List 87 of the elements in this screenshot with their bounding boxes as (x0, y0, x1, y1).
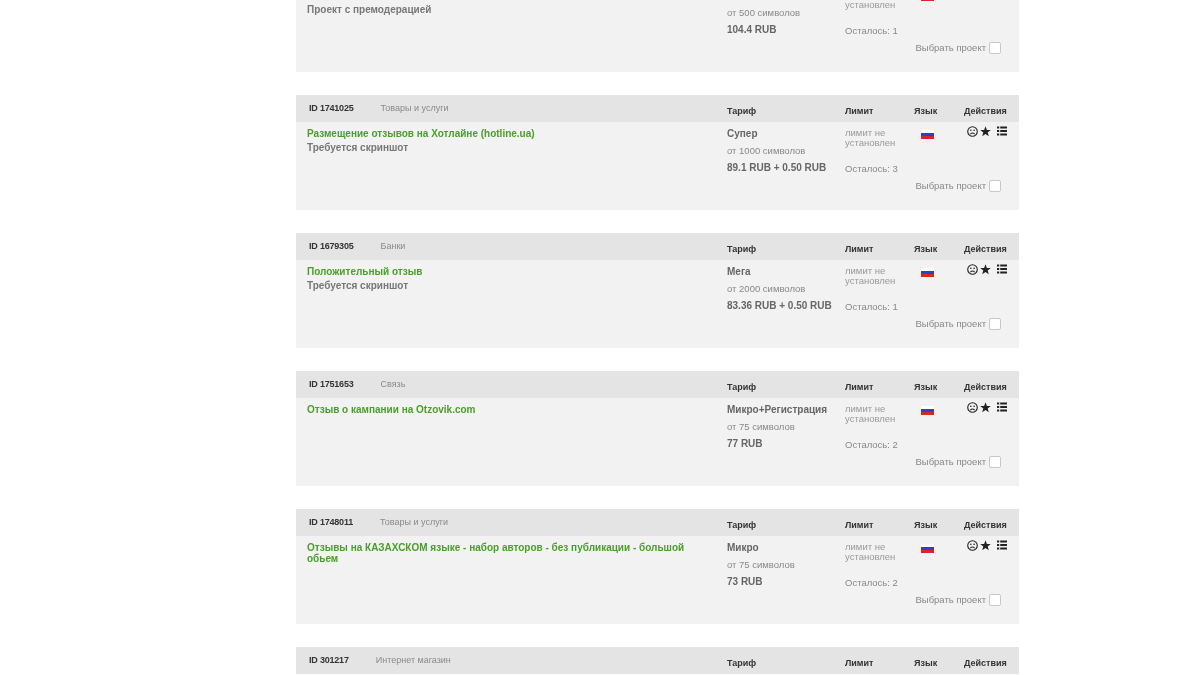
sad-face-icon[interactable] (967, 540, 978, 551)
tariff-price: 89.1 RUB + 0.50 RUB (727, 162, 827, 173)
column-header: Язык (914, 243, 938, 254)
list-icon[interactable] (997, 126, 1007, 136)
select-label: Выбрать проект (915, 318, 986, 330)
limit-text: лимит не установлен (845, 266, 897, 286)
project-id: ID 301217 (309, 655, 349, 666)
flag-icon (921, 406, 934, 415)
project-note: Требуется скриншот (307, 280, 409, 292)
select-checkbox[interactable] (989, 456, 1001, 468)
column-header: Действия (964, 381, 1007, 392)
star-icon[interactable] (980, 402, 991, 413)
select-label: Выбрать проект (915, 594, 986, 606)
project-title-link[interactable]: Размещение отзывов на Хотлайне (hotline.ua) (307, 128, 692, 139)
select-label: Выбрать проект (915, 42, 986, 54)
project-category: Товары и услуги (380, 103, 449, 114)
remaining-count: Осталось: 3 (845, 163, 898, 175)
column-header: Тариф (727, 243, 757, 254)
flag-icon (921, 544, 934, 553)
tariff-characters: от 75 символов (727, 421, 795, 432)
list-icon[interactable] (997, 540, 1007, 550)
select-checkbox[interactable] (989, 594, 1001, 606)
limit-text: лимит не установлен (845, 542, 897, 562)
column-header: Лимит (845, 105, 874, 116)
limit-text: лимит не установлен (845, 128, 897, 148)
sad-face-icon[interactable] (967, 264, 978, 275)
project-title-link[interactable]: Отзывы на КАЗАХСКОМ языке - набор авторов - без публикации - большой обьем (307, 542, 692, 564)
tariff-price: 73 RUB (727, 576, 763, 587)
project-category: Интернет магазин (375, 655, 451, 666)
tariff-price: 104.4 RUB (727, 24, 777, 35)
limit-text: установлен (845, 0, 897, 10)
remaining-count: Осталось: 1 (845, 301, 898, 313)
tariff-characters: от 500 символов (727, 7, 801, 18)
project-id: ID 1679305 (309, 241, 354, 252)
column-header: Тариф (727, 381, 757, 392)
remaining-count: Осталось: 2 (845, 577, 898, 589)
select-checkbox[interactable] (989, 180, 1001, 192)
column-header: Тариф (727, 519, 757, 530)
project-note: Требуется скриншот (307, 142, 409, 154)
sad-face-icon[interactable] (967, 402, 978, 413)
tariff-name: Микро (727, 542, 759, 553)
project-title-link[interactable]: Отзыв о кампании на Otzovik.com (307, 404, 692, 415)
column-header: Действия (964, 519, 1007, 530)
column-header: Лимит (845, 519, 874, 530)
tariff-characters: от 2000 символов (727, 283, 806, 294)
flag-icon (921, 268, 934, 277)
project-category: Связь (380, 379, 406, 390)
column-header: Язык (914, 381, 938, 392)
column-header: Лимит (845, 243, 874, 254)
select-label: Выбрать проект (915, 456, 986, 468)
project-title-link[interactable]: Положительный отзыв (307, 266, 692, 277)
flag-icon (921, 130, 934, 139)
project-category: Банки (380, 241, 406, 252)
column-header: Лимит (845, 657, 874, 668)
column-header: Действия (964, 105, 1007, 116)
star-icon[interactable] (980, 126, 991, 137)
project-id: ID 1741025 (309, 103, 354, 114)
column-header: Лимит (845, 381, 874, 392)
project-note: Проект с премодерацией (307, 4, 432, 16)
limit-text: лимит не установлен (845, 404, 897, 424)
column-header: Действия (964, 243, 1007, 254)
column-header: Тариф (727, 105, 757, 116)
tariff-name: Супер (727, 128, 758, 139)
list-icon[interactable] (997, 264, 1007, 274)
remaining-count: Осталось: 1 (845, 25, 898, 37)
project-id: ID 1748011 (309, 517, 354, 528)
star-icon[interactable] (980, 264, 991, 275)
list-icon[interactable] (997, 402, 1007, 412)
select-checkbox[interactable] (989, 318, 1001, 330)
tariff-name: Мега (727, 266, 751, 277)
tariff-price: 77 RUB (727, 438, 763, 449)
column-header: Язык (914, 519, 938, 530)
project-category: Товары и услуги (380, 517, 448, 528)
sad-face-icon[interactable] (967, 126, 978, 137)
tariff-price: 83.36 RUB + 0.50 RUB (727, 300, 832, 311)
tariff-characters: от 1000 символов (727, 145, 806, 156)
select-label: Выбрать проект (915, 180, 986, 192)
column-header: Язык (914, 105, 938, 116)
star-icon[interactable] (980, 540, 991, 551)
project-id: ID 1751653 (309, 379, 354, 390)
tariff-characters: от 75 символов (727, 559, 795, 570)
select-checkbox[interactable] (989, 42, 1001, 54)
tariff-name: Микро+Регистрация (727, 404, 828, 415)
remaining-count: Осталось: 2 (845, 439, 898, 451)
column-header: Язык (914, 657, 938, 668)
column-header: Тариф (727, 657, 757, 668)
column-header: Действия (964, 657, 1007, 668)
